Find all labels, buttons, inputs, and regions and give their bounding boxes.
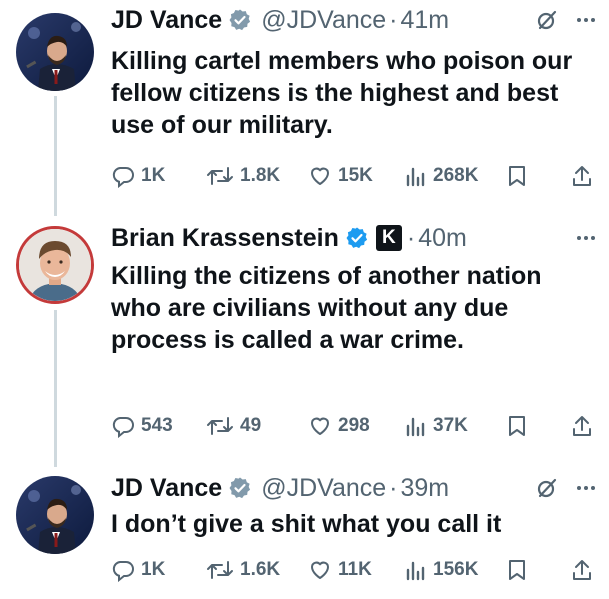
like-button[interactable]: 11K (308, 557, 372, 583)
action-bar: 543 49 298 37K (111, 413, 593, 439)
reply-icon (112, 167, 134, 188)
timestamp[interactable]: 39m (400, 471, 449, 505)
views-button[interactable]: 268K (405, 163, 478, 189)
like-button[interactable]: 15K (308, 163, 373, 189)
heart-icon (311, 167, 329, 185)
tweet-text: Killing the citizens of another nation w… (111, 262, 542, 354)
reply-count: 1K (141, 165, 166, 186)
bookmark-icon (509, 416, 525, 436)
repost-count: 1.8K (240, 165, 281, 186)
heart-icon (311, 417, 329, 435)
author-handle[interactable]: @JDVance (261, 471, 386, 505)
share-icon (573, 166, 591, 186)
separator-dot: · (389, 474, 398, 502)
author-name[interactable]: Brian Krassenstein (111, 221, 339, 255)
grok-icon[interactable] (535, 3, 559, 37)
share-icon (573, 560, 591, 580)
bookmark-button[interactable] (507, 413, 527, 439)
action-bar: 1K 1.6K 11K 156K (111, 557, 593, 583)
repost-button[interactable]: 1.8K (206, 163, 280, 189)
reply-count: 543 (141, 415, 173, 436)
grok-icon[interactable] (535, 471, 559, 505)
views-chart-icon (406, 167, 425, 187)
reply-icon (112, 561, 134, 582)
repost-button[interactable]: 1.6K (206, 557, 280, 583)
author-name[interactable]: JD Vance (111, 471, 222, 505)
more-options-icon[interactable] (577, 3, 595, 37)
separator-dot: · (406, 224, 416, 252)
action-bar: 1K 1.8K 15K 268K (111, 163, 593, 189)
like-button[interactable]: 298 (308, 413, 370, 439)
thread-connector-line (54, 96, 57, 216)
views-count: 268K (433, 165, 479, 186)
tweet-text: Killing cartel members who poison our fe… (111, 47, 573, 139)
author-name[interactable]: JD Vance (111, 3, 222, 37)
timestamp[interactable]: 40m (418, 221, 467, 255)
affiliate-badge-icon[interactable]: K (375, 225, 402, 251)
like-count: 11K (338, 559, 372, 580)
views-count: 156K (433, 559, 479, 580)
tweet-text: I don’t give a shit what you call it (111, 510, 502, 538)
repost-icon (207, 561, 233, 579)
avatar[interactable] (16, 476, 94, 554)
avatar[interactable] (16, 13, 94, 91)
share-button[interactable] (571, 557, 593, 583)
views-button[interactable]: 156K (405, 557, 478, 583)
timestamp[interactable]: 41m (400, 3, 449, 37)
bookmark-button[interactable] (507, 557, 527, 583)
thread-connector-line (54, 310, 57, 467)
share-button[interactable] (571, 413, 593, 439)
separator-dot: · (389, 6, 398, 34)
reply-button[interactable]: 543 (111, 413, 173, 439)
gray-verified-badge-icon (228, 476, 252, 500)
avatar[interactable] (16, 226, 94, 304)
repost-icon (207, 417, 233, 435)
views-chart-icon (406, 417, 425, 437)
bookmark-icon (509, 166, 525, 186)
like-count: 298 (338, 415, 370, 436)
reply-button[interactable]: 1K (111, 557, 165, 583)
bookmark-button[interactable] (507, 163, 527, 189)
reply-count: 1K (141, 559, 166, 580)
more-options-icon[interactable] (577, 471, 595, 505)
bookmark-icon (509, 560, 525, 580)
blue-verified-badge-icon (345, 226, 369, 250)
repost-count: 49 (240, 415, 262, 436)
repost-icon (207, 167, 233, 185)
share-icon (573, 416, 591, 436)
reply-button[interactable]: 1K (111, 163, 165, 189)
gray-verified-badge-icon (228, 8, 252, 32)
heart-icon (311, 561, 329, 579)
author-handle[interactable]: @JDVance (261, 3, 386, 37)
repost-button[interactable]: 49 (206, 413, 261, 439)
views-count: 37K (433, 415, 468, 436)
more-options-icon[interactable] (577, 221, 595, 255)
share-button[interactable] (571, 163, 593, 189)
views-button[interactable]: 37K (405, 413, 468, 439)
reply-icon (112, 417, 134, 438)
like-count: 15K (338, 165, 373, 186)
repost-count: 1.6K (240, 559, 281, 580)
views-chart-icon (406, 561, 425, 581)
